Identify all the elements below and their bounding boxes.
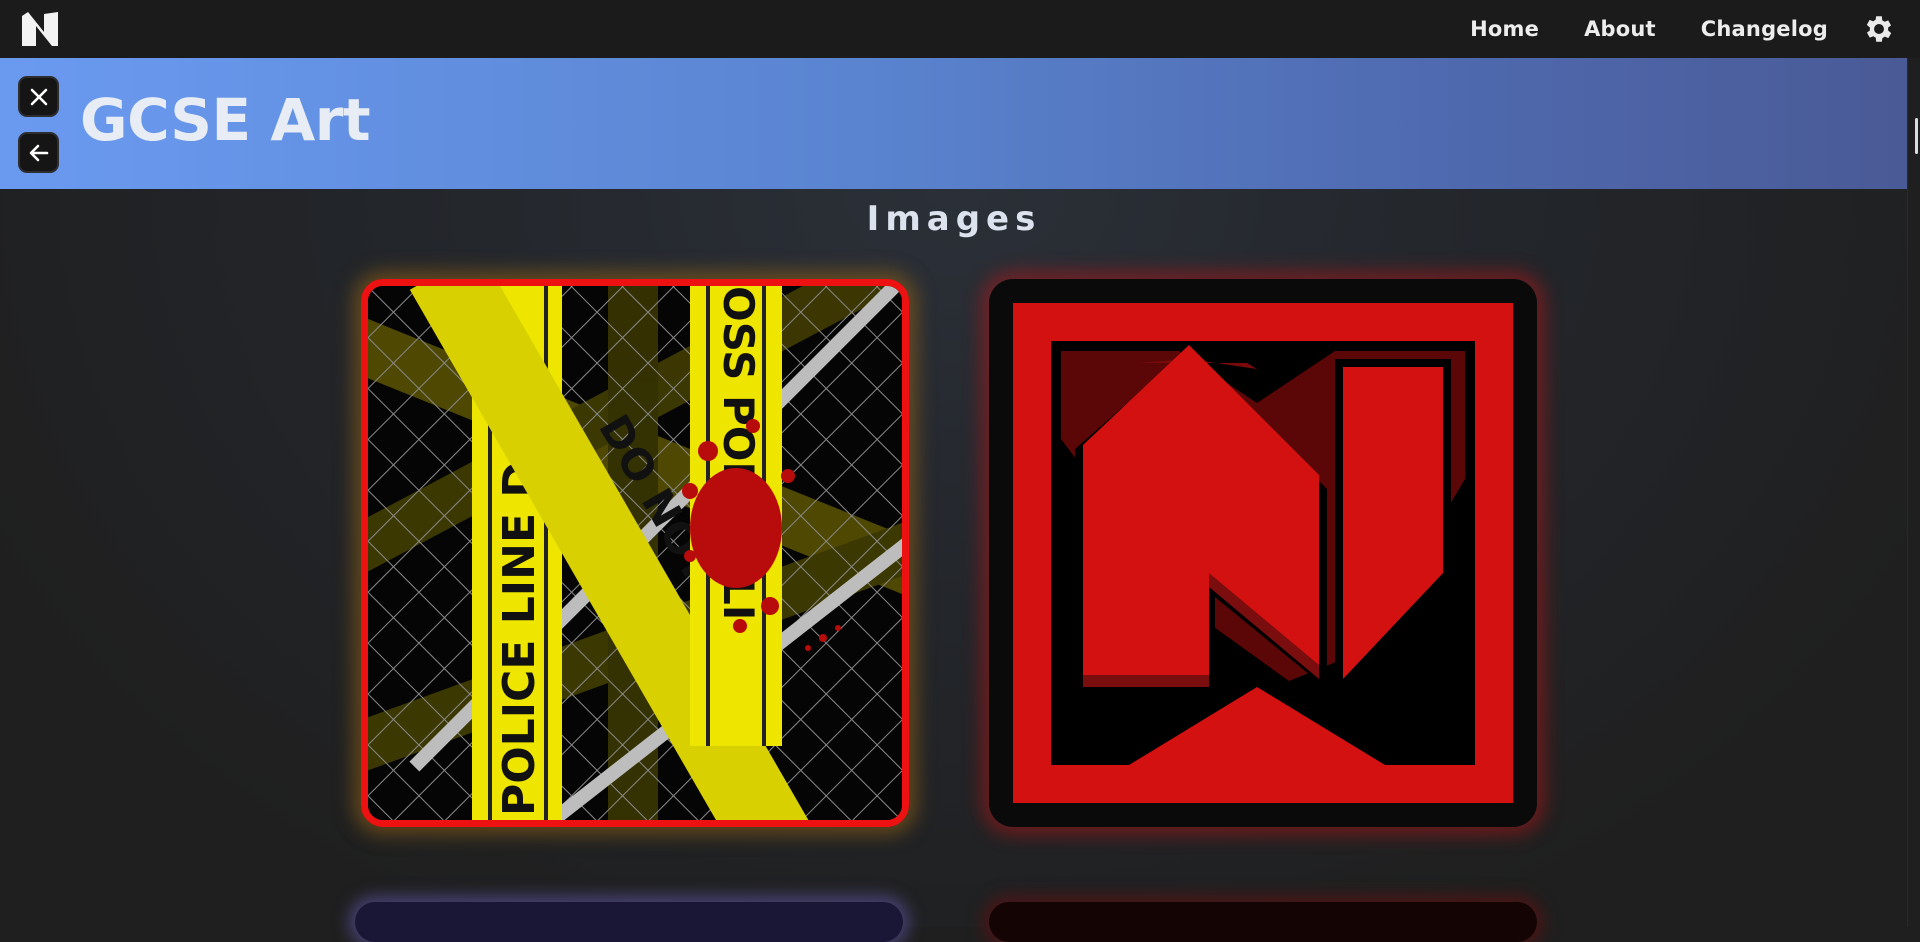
- nav-changelog-link[interactable]: Changelog: [1701, 17, 1828, 41]
- gallery-card-red-n-logo[interactable]: [989, 279, 1537, 827]
- page-title: GCSE Art: [80, 86, 371, 154]
- page-header: GCSE Art: [0, 58, 1908, 189]
- n-logo-icon[interactable]: [20, 10, 60, 48]
- close-icon: [30, 88, 47, 105]
- gallery-card-3[interactable]: [355, 902, 903, 942]
- gallery-card-4[interactable]: [989, 902, 1537, 942]
- scrollbar-thumb[interactable]: [1915, 118, 1918, 154]
- top-navbar: Home About Changelog: [0, 0, 1920, 58]
- back-button[interactable]: [18, 132, 59, 173]
- police-line-artwork: POLICE LINE DO DO NOT C OSS POLICE LI: [368, 286, 902, 820]
- close-button[interactable]: [18, 76, 59, 117]
- nav-links: Home About Changelog: [1470, 0, 1828, 58]
- gallery-card-police-line[interactable]: POLICE LINE DO DO NOT C OSS POLICE LI: [361, 279, 909, 827]
- page-scrollbar[interactable]: [1907, 58, 1920, 927]
- nav-home-link[interactable]: Home: [1470, 17, 1539, 41]
- nav-about-link[interactable]: About: [1584, 17, 1656, 41]
- gear-icon[interactable]: [1862, 12, 1896, 46]
- main-content: Images POLICE LINE DO DO NOT C OSS POLIC…: [0, 189, 1908, 942]
- red-n-logo-artwork: [989, 279, 1537, 827]
- arrow-left-icon: [29, 144, 48, 161]
- section-title: Images: [866, 199, 1042, 239]
